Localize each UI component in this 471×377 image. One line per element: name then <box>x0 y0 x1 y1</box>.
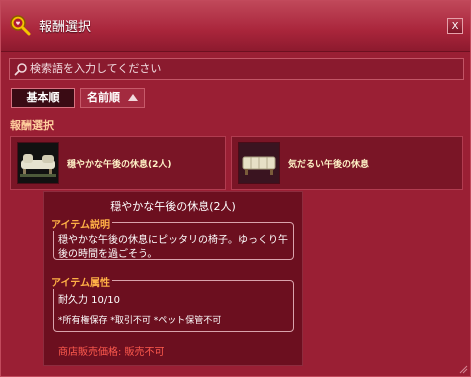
reward-item-label: 穏やかな午後の休息(2人) <box>67 160 172 170</box>
shop-price: 商店販売価格: 販売不可 <box>58 347 165 358</box>
lounge-chair-icon <box>242 156 276 175</box>
item-tooltip: 穏やかな午後の休息(2人) アイテム説明 穏やかな午後の休息にピッタリの椅子。ゆ… <box>43 191 303 366</box>
close-button[interactable]: X <box>447 18 463 34</box>
title-bar[interactable]: 報酬選択 X <box>1 1 470 52</box>
search-icon <box>14 63 27 76</box>
durability-text: 耐久力 10/10 <box>58 295 120 306</box>
item-flags: *所有権保存 *取引不可 *ペット保管不可 <box>58 316 222 326</box>
search-input[interactable] <box>30 59 455 79</box>
reward-section-label: 報酬選択 <box>10 119 54 132</box>
item-description: 穏やかな午後の休息にピッタリの椅子。ゆっくり午後の時間を過ごそう。 <box>58 235 288 260</box>
item-thumbnail <box>238 142 280 184</box>
attributes-heading: アイテム属性 <box>49 274 112 289</box>
reward-select-window: 報酬選択 X 基本順 名前順 報酬選択 穏やかな午後の休息(2人) <box>0 0 471 377</box>
sort-basic-button[interactable]: 基本順 <box>11 88 75 108</box>
tooltip-title: 穏やかな午後の休息(2人) <box>110 200 236 213</box>
reward-item-card[interactable]: 穏やかな午後の休息(2人) <box>10 136 226 190</box>
sort-name-button[interactable]: 名前順 <box>80 88 145 108</box>
sort-name-label: 名前順 <box>87 91 120 104</box>
item-thumbnail <box>17 142 59 184</box>
search-bar[interactable] <box>9 58 464 80</box>
sort-ascending-icon <box>128 94 138 101</box>
description-heading: アイテム説明 <box>49 216 112 231</box>
window-title: 報酬選択 <box>39 20 92 35</box>
resize-grip-icon[interactable] <box>458 364 468 374</box>
lounge-chair-icon <box>20 154 56 177</box>
reward-item-card[interactable]: 気だるい午後の休息 <box>231 136 463 190</box>
reward-item-label: 気だるい午後の休息 <box>288 160 370 170</box>
heart-search-icon <box>10 15 31 36</box>
